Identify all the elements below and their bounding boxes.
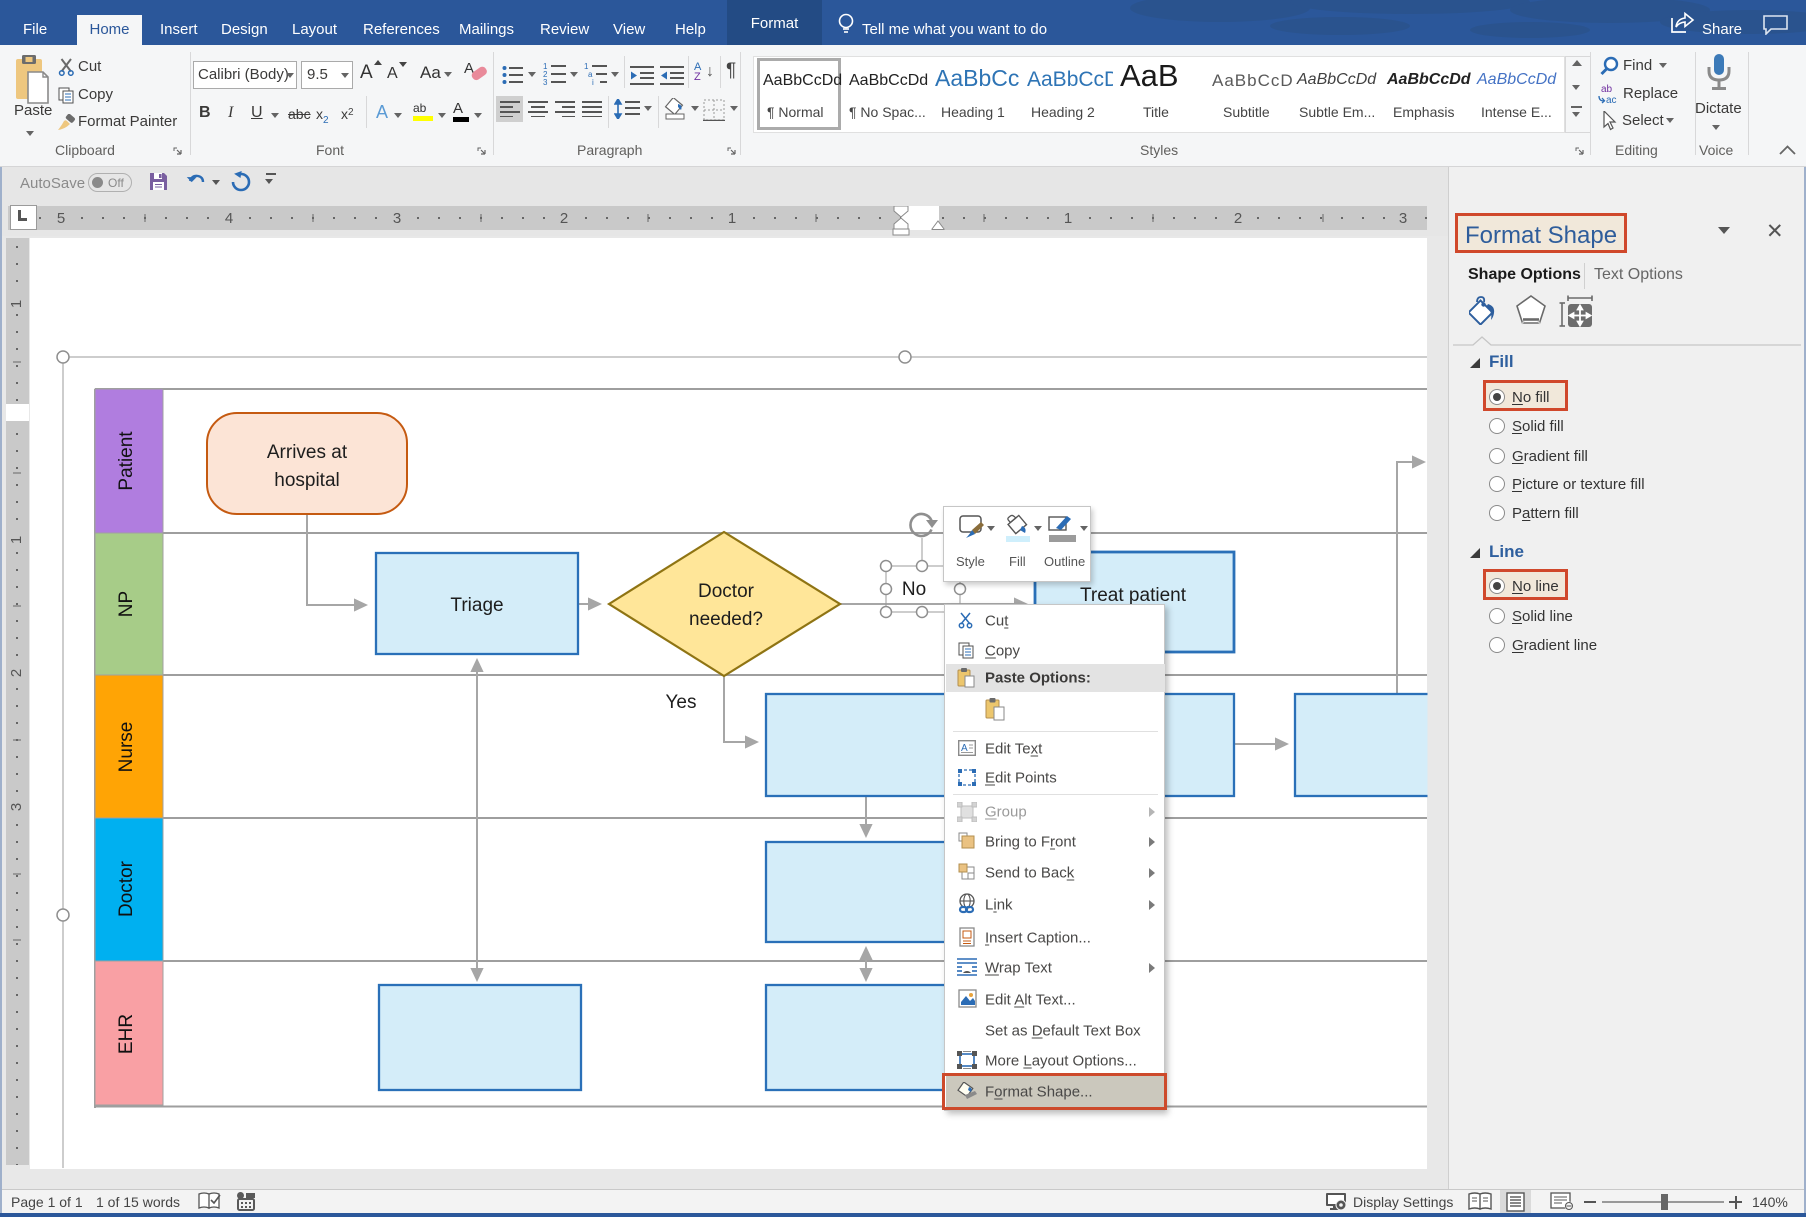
svg-text:ab: ab <box>1601 84 1613 95</box>
svg-text:Patient: Patient <box>116 431 137 491</box>
svg-text:hospital: hospital <box>274 470 340 491</box>
svg-text:Doctor: Doctor <box>698 581 755 602</box>
svg-text:No: No <box>902 579 926 600</box>
svg-text:ac: ac <box>1606 95 1617 104</box>
svg-text:Triage: Triage <box>450 595 503 616</box>
svg-text:5: 5 <box>57 210 65 227</box>
svg-text:2: 2 <box>560 210 568 227</box>
svg-text:Arrives at: Arrives at <box>267 442 348 463</box>
svg-text:4: 4 <box>225 210 233 227</box>
svg-text:EHR: EHR <box>116 1014 137 1054</box>
svg-text:1: 1 <box>728 210 736 227</box>
svg-text:2: 2 <box>1234 210 1242 227</box>
svg-text:i: i <box>592 78 594 86</box>
svg-text:needed?: needed? <box>689 609 763 630</box>
svg-text:Doctor: Doctor <box>116 860 137 917</box>
svg-text:Yes: Yes <box>666 692 697 713</box>
svg-text:NP: NP <box>116 591 137 617</box>
svg-text:Treat patient: Treat patient <box>1080 585 1187 606</box>
svg-text:3: 3 <box>1399 210 1407 227</box>
svg-text:3: 3 <box>393 210 401 227</box>
svg-text:Nurse: Nurse <box>116 722 137 773</box>
svg-text:1: 1 <box>1064 210 1072 227</box>
svg-text:3: 3 <box>543 78 548 86</box>
